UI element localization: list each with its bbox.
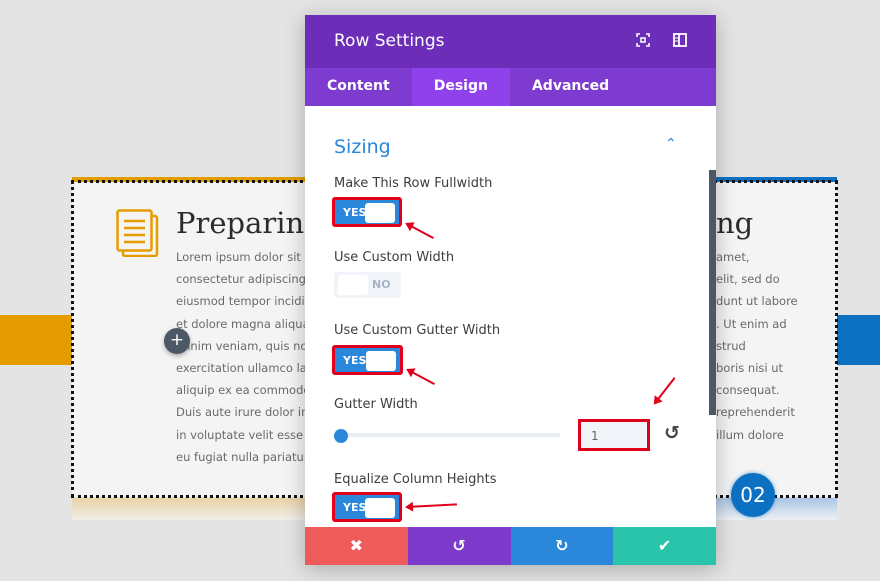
text-line: strud: [716, 338, 746, 353]
annotation-arrow: [654, 377, 676, 404]
tab-design[interactable]: Design: [411, 68, 510, 106]
toggle-knob: [366, 351, 396, 371]
text-line: aliquip ex ea commodo consequat.: [176, 383, 312, 398]
text-line: eu fugiat nulla pariatur.: [176, 449, 312, 464]
text-line: Lorem ipsum dolor sit amet,: [176, 250, 312, 264]
text-line: dunt ut labore: [716, 294, 798, 309]
document-icon: [116, 209, 159, 257]
toggle-knob: [365, 498, 395, 518]
custom-gutter-toggle[interactable]: YES: [332, 345, 403, 375]
slider-handle[interactable]: [334, 429, 348, 443]
modal-title: Row Settings: [334, 31, 445, 51]
section-title-sizing[interactable]: Sizing: [334, 136, 391, 158]
text-line: . Ut enim ad: [716, 316, 787, 331]
text-line: exercitation ullamco laboris nisi ut: [176, 361, 312, 376]
annotation-arrow: [406, 503, 457, 508]
text-line: in voluptate velit esse cillum dolore: [176, 427, 312, 442]
fullwidth-toggle[interactable]: YES: [332, 197, 402, 227]
text-line: consequat.: [716, 383, 780, 398]
gutter-width-input[interactable]: 1: [578, 419, 650, 451]
toggle-knob: [365, 203, 395, 223]
step-badge: 02: [731, 473, 775, 517]
right-card-text: amet, elit, sed do dunt ut labore . Ut e…: [716, 246, 806, 446]
text-line: illum dolore: [716, 427, 784, 442]
tab-content[interactable]: Content: [305, 68, 412, 106]
modal-content: Sizing ⌃ Make This Row Fullwidth YES Use…: [305, 106, 716, 527]
custom-width-label: Use Custom Width: [334, 250, 455, 265]
modal-tabs: Content Design Advanced: [305, 68, 716, 106]
custom-gutter-label: Use Custom Gutter Width: [334, 323, 501, 338]
custom-width-toggle[interactable]: NO: [334, 272, 401, 298]
text-line: Duis aute irure dolor in reprehenderit: [176, 405, 312, 420]
left-card-shadow: [72, 498, 312, 520]
text-line: eiusmod tempor incididunt ut labore: [176, 294, 312, 309]
toggle-state: YES: [343, 354, 367, 367]
text-line: consectetur adipiscing elit, sed do: [176, 272, 312, 287]
cancel-button[interactable]: ✖: [305, 527, 408, 565]
tab-advanced[interactable]: Advanced: [510, 68, 631, 106]
add-module-button[interactable]: +: [164, 328, 190, 354]
left-card-text: Lorem ipsum dolor sit amet, consectetur …: [176, 246, 312, 468]
sidebar-layout-icon[interactable]: [673, 33, 687, 47]
equalize-toggle[interactable]: YES: [332, 492, 402, 522]
save-button[interactable]: ✔: [613, 527, 716, 565]
text-line: minim veniam, quis nostrud: [176, 338, 312, 353]
blue-accent-bar: [837, 315, 880, 365]
annotation-arrow: [407, 369, 435, 385]
redo-button[interactable]: ↻: [510, 527, 614, 565]
text-line: reprehenderit: [716, 405, 795, 420]
text-line: amet,: [716, 250, 750, 264]
reset-icon[interactable]: ↺: [664, 422, 680, 444]
scrollbar[interactable]: [709, 170, 716, 415]
modal-footer: ✖ ↺ ↻ ✔: [305, 527, 716, 565]
modal-header: Row Settings: [305, 15, 716, 68]
fullscreen-icon[interactable]: [636, 33, 650, 47]
text-line: boris nisi ut: [716, 361, 784, 376]
toggle-state: YES: [343, 501, 367, 514]
text-line: et dolore magna aliqua. Ut enim ad: [176, 316, 312, 331]
orange-accent-bar: [0, 315, 72, 365]
left-card-title: Preparing: [176, 206, 312, 240]
gutter-width-slider[interactable]: [334, 433, 560, 437]
text-line: elit, sed do: [716, 272, 780, 287]
right-card-title: ng: [716, 206, 754, 240]
equalize-label: Equalize Column Heights: [334, 472, 497, 487]
toggle-state: NO: [372, 278, 391, 291]
toggle-knob: [338, 275, 368, 295]
toggle-state: YES: [343, 206, 367, 219]
row-settings-modal: Row Settings Content Design Advanced Siz…: [305, 15, 716, 565]
fullwidth-label: Make This Row Fullwidth: [334, 176, 493, 191]
chevron-up-icon[interactable]: ⌃: [665, 136, 677, 152]
gutter-width-label: Gutter Width: [334, 397, 418, 412]
undo-button[interactable]: ↺: [407, 527, 511, 565]
annotation-arrow: [406, 223, 434, 239]
